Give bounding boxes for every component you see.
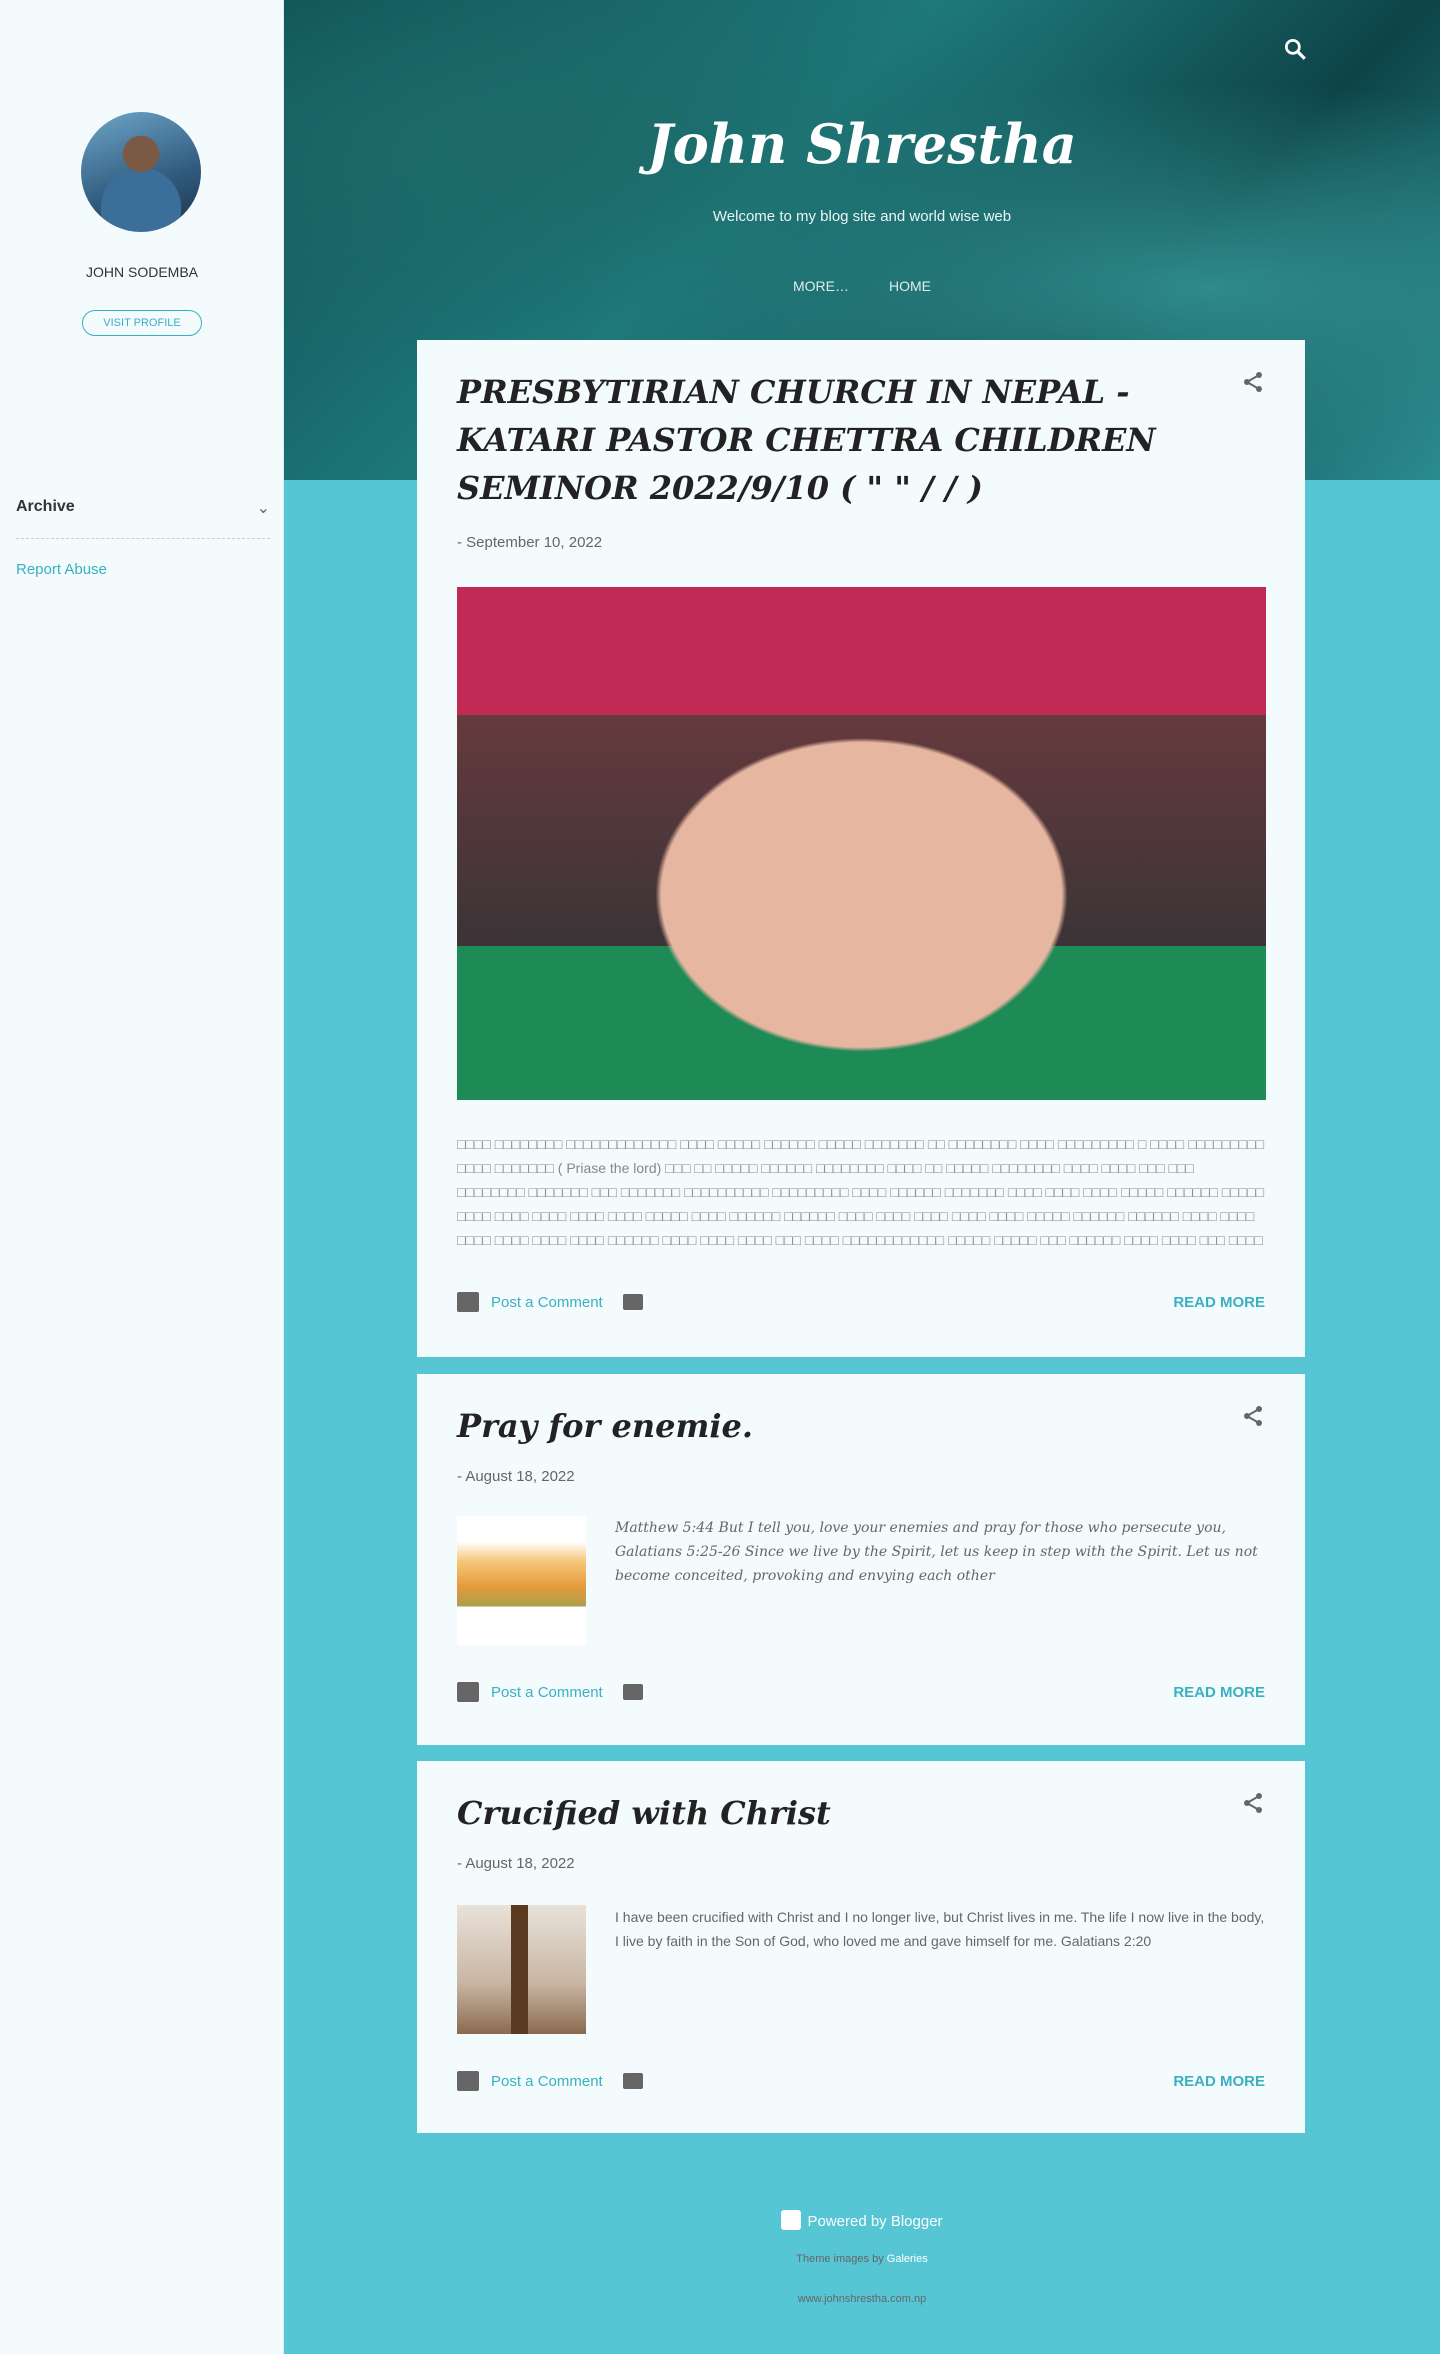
post-card: Crucified with Christ - August 18, 2022 …: [417, 1761, 1305, 2133]
post-footer: Post a Comment READ MORE: [457, 1682, 1265, 1702]
post-title[interactable]: Pray for enemie.: [457, 1374, 1217, 1450]
nav-menu: MORE… HOME: [284, 278, 1440, 294]
archive-toggle[interactable]: Archive ⌄: [16, 498, 270, 518]
theme-credit: Theme images by Galeries: [284, 2253, 1440, 2265]
post-comment-link[interactable]: Post a Comment: [491, 2073, 603, 2090]
nav-home[interactable]: HOME: [889, 278, 931, 294]
archive-label: Archive: [16, 498, 75, 515]
chevron-down-icon: ⌄: [256, 500, 270, 517]
report-abuse-link[interactable]: Report Abuse: [16, 561, 107, 578]
blog-tagline: Welcome to my blog site and world wise w…: [712, 208, 1012, 225]
email-icon[interactable]: [622, 2073, 643, 2089]
post-date[interactable]: - August 18, 2022: [457, 1468, 1265, 1485]
post-snippet: I have been crucified with Christ and I …: [615, 1909, 1265, 1949]
site-url: www.johnshrestha.com.np: [797, 2293, 927, 2305]
divider: [16, 538, 270, 539]
blogger-icon: [781, 2210, 802, 2230]
post-title[interactable]: Crucified with Christ: [457, 1761, 1217, 1837]
visit-profile-button[interactable]: VISIT PROFILE: [82, 310, 202, 336]
sidebar: JOHN SODEMBA VISIT PROFILE Archive ⌄ Repo…: [0, 0, 284, 2354]
comment-icon[interactable]: [457, 1682, 479, 1702]
post-thumbnail[interactable]: [457, 1905, 586, 2034]
post-snippet: □□□□ □□□□□□□□ □□□□□□□□□□□□□ □□□□ □□□□□ □…: [457, 1136, 1265, 1248]
post-image[interactable]: [457, 587, 1266, 1100]
comment-icon[interactable]: [457, 2071, 479, 2091]
post-card: Pray for enemie. - August 18, 2022 Matth…: [417, 1374, 1305, 1745]
read-more-link[interactable]: READ MORE: [1173, 1294, 1265, 1311]
email-icon[interactable]: [622, 1684, 643, 1700]
post-footer: Post a Comment READ MORE: [457, 2071, 1265, 2091]
share-icon[interactable]: [1241, 370, 1265, 394]
post-card: PRESBYTIRIAN CHURCH IN NEPAL - KATARI PA…: [417, 340, 1305, 1357]
share-icon[interactable]: [1241, 1404, 1265, 1428]
post-footer: Post a Comment READ MORE: [457, 1292, 1265, 1312]
avatar[interactable]: [81, 112, 201, 232]
read-more-link[interactable]: READ MORE: [1173, 2073, 1265, 2090]
post-date[interactable]: - August 18, 2022: [457, 1855, 1265, 1872]
galeries-link[interactable]: Galeries: [887, 2253, 928, 2265]
nav-more[interactable]: MORE…: [793, 278, 849, 294]
powered-by-text: Powered by Blogger: [807, 2213, 943, 2230]
powered-by-blogger[interactable]: Powered by Blogger: [284, 2210, 1440, 2230]
email-icon[interactable]: [622, 1294, 643, 1310]
post-thumbnail[interactable]: [457, 1516, 586, 1645]
post-title[interactable]: PRESBYTIRIAN CHURCH IN NEPAL - KATARI PA…: [457, 340, 1217, 512]
search-icon[interactable]: [1282, 36, 1308, 62]
share-icon[interactable]: [1241, 1791, 1265, 1815]
theme-credit-text: Theme images by: [796, 2253, 884, 2265]
profile-name: JOHN SODEMBA: [85, 264, 198, 280]
post-date[interactable]: - September 10, 2022: [457, 534, 1265, 551]
post-comment-link[interactable]: Post a Comment: [491, 1684, 603, 1701]
read-more-link[interactable]: READ MORE: [1173, 1684, 1265, 1701]
post-comment-link[interactable]: Post a Comment: [491, 1294, 603, 1311]
blog-title[interactable]: John Shrestha: [284, 112, 1440, 176]
comment-icon[interactable]: [457, 1292, 479, 1312]
post-snippet: Matthew 5:44 But I tell you, love your e…: [615, 1520, 1258, 1584]
